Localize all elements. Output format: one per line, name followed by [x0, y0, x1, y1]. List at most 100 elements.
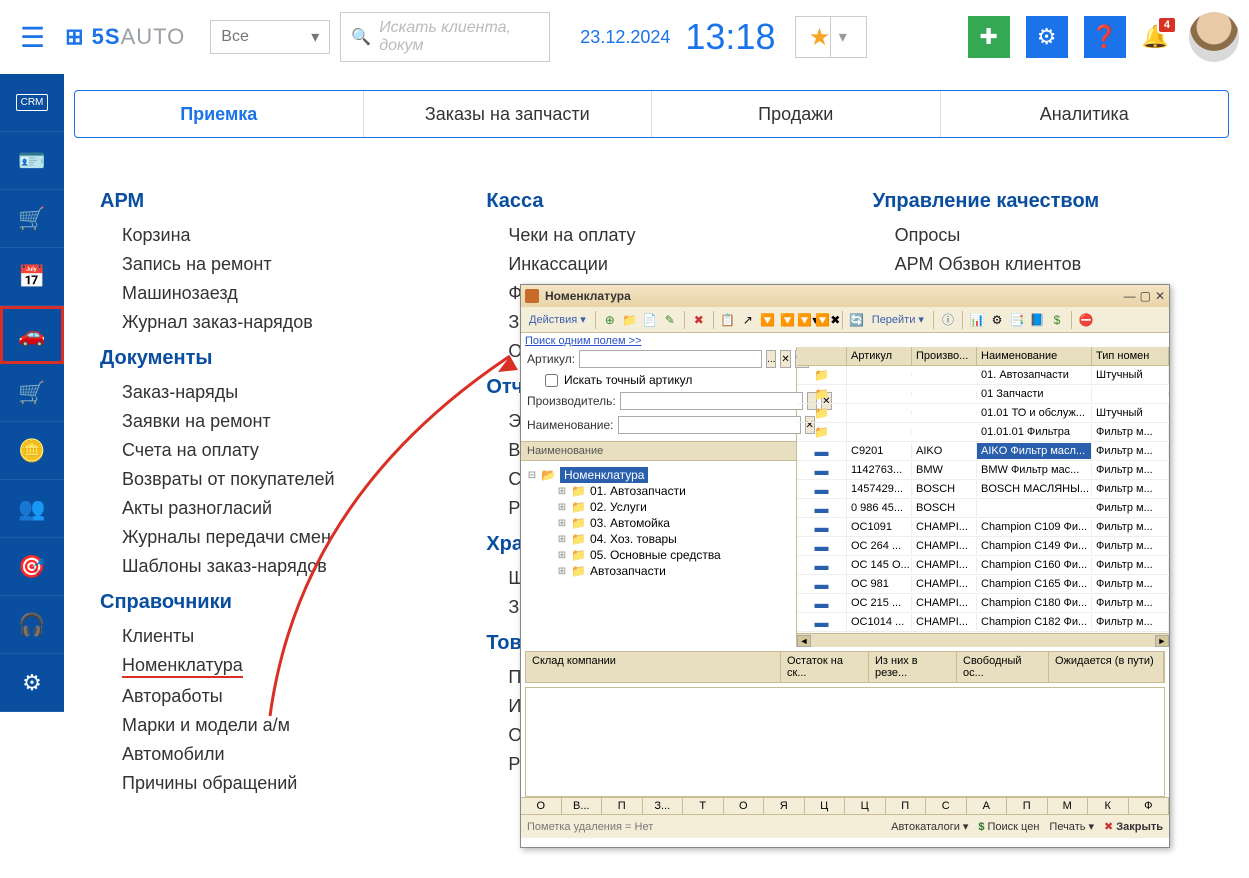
- alpha-btn[interactable]: О: [521, 798, 562, 814]
- tree-item[interactable]: ⊞📁05. Основные средства: [557, 547, 790, 563]
- link-clients[interactable]: Клиенты: [100, 622, 456, 651]
- maximize-icon[interactable]: ▢: [1140, 289, 1151, 303]
- tree-item[interactable]: ⊞📁Автозапчасти: [557, 563, 790, 579]
- nav-crm[interactable]: CRM: [0, 74, 64, 132]
- table-row[interactable]: ▬OC1014 ...CHAMPI...Champion C182 Фи...Ф…: [797, 613, 1169, 632]
- nav-trolley[interactable]: 🛒: [0, 364, 64, 422]
- tab-orders[interactable]: Заказы на запчасти: [364, 91, 653, 137]
- table-row[interactable]: ▬1142763...BMWBMW Фильтр мас...Фильтр м.…: [797, 461, 1169, 480]
- footer-autocatalog[interactable]: Автокаталоги ▾: [891, 820, 968, 833]
- tool4-icon[interactable]: 📘: [1028, 311, 1046, 329]
- add-button[interactable]: ✚: [968, 16, 1010, 58]
- input-name[interactable]: [618, 416, 801, 434]
- alpha-btn[interactable]: С: [926, 798, 967, 814]
- scroll-right[interactable]: ►: [1155, 635, 1169, 647]
- hierarchy-icon[interactable]: 📋: [719, 311, 737, 329]
- table-row[interactable]: ▬OC 215 ...CHAMPI...Champion C180 Фи...Ф…: [797, 594, 1169, 613]
- alpha-btn[interactable]: Ф: [1129, 798, 1170, 814]
- filter3-icon[interactable]: 🔽▾: [799, 311, 817, 329]
- nav-users[interactable]: 👥: [0, 480, 64, 538]
- link-nomenklatura[interactable]: Номенклатура: [100, 651, 456, 682]
- tab-sales[interactable]: Продажи: [652, 91, 941, 137]
- table-row[interactable]: 📁01.01.01 ФильтраФильтр м...: [797, 423, 1169, 442]
- footer-print[interactable]: Печать ▾: [1049, 820, 1094, 833]
- refresh-icon[interactable]: 🔄: [848, 311, 866, 329]
- nav-settings[interactable]: ⚙: [0, 654, 64, 712]
- alpha-btn[interactable]: М: [1048, 798, 1089, 814]
- tree-root[interactable]: ⊟📂 Номенклатура: [527, 467, 790, 483]
- table-row[interactable]: ▬C9201AIKOAIKO Фильтр масл...Фильтр м...: [797, 442, 1169, 461]
- link-receipts[interactable]: Чеки на оплату: [486, 221, 842, 250]
- link-workorders[interactable]: Заказ-наряды: [100, 378, 456, 407]
- link-booking[interactable]: Запись на ремонт: [100, 250, 456, 279]
- footer-close[interactable]: ✖ Закрыть: [1104, 820, 1163, 833]
- alpha-btn[interactable]: Ц: [805, 798, 846, 814]
- btn-ellipsis[interactable]: ...: [766, 350, 776, 368]
- link-invoices[interactable]: Счета на оплату: [100, 436, 456, 465]
- alpha-btn[interactable]: О: [724, 798, 765, 814]
- nav-service[interactable]: 🚗: [0, 306, 64, 364]
- notifications[interactable]: 🔔4: [1142, 24, 1169, 50]
- tree-item[interactable]: ⊞📁04. Хоз. товары: [557, 531, 790, 547]
- nav-card[interactable]: 🪪: [0, 132, 64, 190]
- search-input[interactable]: 🔍 Искать клиента, докум: [340, 12, 550, 62]
- link-returns[interactable]: Возвраты от покупателей: [100, 465, 456, 494]
- input-article[interactable]: [579, 350, 762, 368]
- favorites[interactable]: ★▾: [795, 16, 867, 58]
- link-reasons[interactable]: Причины обращений: [100, 769, 456, 798]
- tool1-icon[interactable]: 📊: [968, 311, 986, 329]
- table-row[interactable]: 📁01.01 ТО и обслуж...Штучный: [797, 404, 1169, 423]
- copy-icon[interactable]: 📄: [641, 311, 659, 329]
- nav-calendar[interactable]: 📅: [0, 248, 64, 306]
- input-manufacturer[interactable]: [620, 392, 803, 410]
- help-button[interactable]: ❓: [1084, 16, 1126, 58]
- move-icon[interactable]: ↗: [739, 311, 757, 329]
- minimize-icon[interactable]: —: [1124, 289, 1136, 303]
- alpha-btn[interactable]: Ц: [845, 798, 886, 814]
- alpha-btn[interactable]: Т: [683, 798, 724, 814]
- link-shiftlogs[interactable]: Журналы передачи смен: [100, 523, 456, 552]
- table-row[interactable]: ▬OC1091CHAMPI...Champion C109 Фи...Фильт…: [797, 518, 1169, 537]
- tool-close-icon[interactable]: ⛔: [1077, 311, 1095, 329]
- alpha-btn[interactable]: З...: [643, 798, 684, 814]
- table-row[interactable]: ▬OC 264 ...CHAMPI...Champion C149 Фи...Ф…: [797, 537, 1169, 556]
- link-collections[interactable]: Инкассации: [486, 250, 842, 279]
- scope-dropdown[interactable]: Все▾: [210, 20, 330, 54]
- nav-finance[interactable]: 🪙: [0, 422, 64, 480]
- link-callarm[interactable]: АРМ Обзвон клиентов: [873, 250, 1229, 279]
- tool3-icon[interactable]: 📑: [1008, 311, 1026, 329]
- tree-item[interactable]: ⊞📁03. Автомойка: [557, 515, 790, 531]
- scroll-left[interactable]: ◄: [797, 635, 811, 647]
- chk-exact[interactable]: [545, 374, 558, 387]
- alpha-btn[interactable]: П: [1007, 798, 1048, 814]
- alpha-btn[interactable]: П: [886, 798, 927, 814]
- table-row[interactable]: ▬0 986 45...BOSCHФильтр м...: [797, 499, 1169, 518]
- alpha-btn[interactable]: П: [602, 798, 643, 814]
- link-templates[interactable]: Шаблоны заказ-нарядов: [100, 552, 456, 581]
- table-row[interactable]: ▬OC 145 O...CHAMPI...Champion C160 Фи...…: [797, 556, 1169, 575]
- settings-button[interactable]: ⚙: [1026, 16, 1068, 58]
- nav-support[interactable]: 🎧: [0, 596, 64, 654]
- filter2-icon[interactable]: 🔽: [779, 311, 797, 329]
- link-requests[interactable]: Заявки на ремонт: [100, 407, 456, 436]
- link-works[interactable]: Авторабoты: [100, 682, 456, 711]
- table-row[interactable]: 📁01. АвтозапчастиШтучный: [797, 366, 1169, 385]
- link-surveys[interactable]: Опросы: [873, 221, 1229, 250]
- table-row[interactable]: ▬1457429...BOSCHBOSCH МАСЛЯНЫ...Фильтр м…: [797, 480, 1169, 499]
- link-brands[interactable]: Марки и модели а/м: [100, 711, 456, 740]
- link-vehicles[interactable]: Автомобили: [100, 740, 456, 769]
- nav-target[interactable]: 🎯: [0, 538, 64, 596]
- link-orders-log[interactable]: Журнал заказ-нарядов: [100, 308, 456, 337]
- tree-item[interactable]: ⊞📁01. Автозапчасти: [557, 483, 790, 499]
- filter1-icon[interactable]: 🔽: [759, 311, 777, 329]
- btn-clear[interactable]: ✕: [780, 350, 790, 368]
- alpha-btn[interactable]: В...: [562, 798, 603, 814]
- alpha-btn[interactable]: К: [1088, 798, 1129, 814]
- avatar[interactable]: [1189, 12, 1239, 62]
- tab-priemka[interactable]: Приемка: [75, 91, 364, 137]
- delete-icon[interactable]: ✖: [690, 311, 708, 329]
- nav-cart[interactable]: 🛒: [0, 190, 64, 248]
- tree-item[interactable]: ⊞📁02. Услуги: [557, 499, 790, 515]
- add-icon[interactable]: ⊕: [601, 311, 619, 329]
- alpha-btn[interactable]: А: [967, 798, 1008, 814]
